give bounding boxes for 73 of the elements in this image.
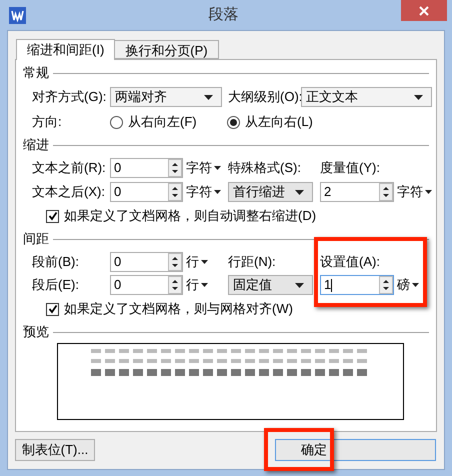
spin-arrows-icon[interactable]	[168, 159, 182, 177]
checkbox[interactable]	[46, 210, 59, 222]
checkbox-label: 如果定义了文档网格，则与网格对齐(W)	[64, 300, 293, 318]
spin-arrows-icon[interactable]	[168, 252, 182, 270]
section-heading: 间距	[23, 230, 49, 248]
spin-value: 0	[113, 183, 122, 202]
field-label: 方向:	[32, 113, 63, 132]
tab[interactable]: 换行和分页(P)	[114, 40, 219, 59]
field-label: 行距(N):	[228, 252, 277, 271]
dropdown[interactable]: 首行缩进	[228, 182, 313, 202]
spin-arrows-icon[interactable]	[379, 183, 393, 201]
dropdown-value: 两端对齐	[115, 88, 167, 106]
dropdown-arrow-icon	[425, 190, 432, 194]
tab[interactable]: 缩进和间距(I)	[16, 39, 116, 60]
field-label: 对齐方式(G):	[32, 88, 108, 106]
field-label: 特殊格式(S):	[228, 159, 302, 178]
spin-box[interactable]: 0	[110, 158, 183, 178]
spin-value: 0	[113, 252, 122, 271]
dropdown-arrow-icon	[201, 283, 208, 287]
dropdown-value: 首行缩进	[233, 183, 285, 202]
dropdown-arrow-icon	[204, 94, 213, 100]
field-label: 度量值(Y):	[320, 159, 381, 178]
dropdown[interactable]: 两端对齐	[110, 87, 222, 107]
section-heading: 常规	[23, 64, 49, 82]
field-label: 段前(B):	[32, 252, 80, 271]
field-label: 设置值(A):	[320, 252, 381, 271]
close-icon	[419, 6, 429, 16]
section-heading: 预览	[23, 323, 49, 342]
dropdown-arrow-icon	[412, 283, 419, 287]
unit-dropdown[interactable]: 行	[183, 252, 228, 272]
dropdown-arrow-icon	[214, 166, 221, 170]
spin-arrows-icon[interactable]	[379, 276, 393, 294]
spin-box[interactable]: 1	[320, 275, 394, 295]
spin-arrows-icon[interactable]	[168, 276, 182, 294]
field-label: 段后(E):	[32, 276, 80, 294]
dropdown[interactable]: 正文文本	[301, 87, 432, 107]
dropdown-arrow-icon	[214, 190, 221, 194]
app-logo-icon	[9, 6, 26, 24]
spin-value: 0	[113, 159, 122, 178]
field-label: 文本之后(X):	[32, 183, 106, 202]
spin-value: 0	[113, 276, 122, 294]
field-label: 大纲级别(O):	[227, 88, 301, 106]
ok-button[interactable]: 确定	[275, 438, 436, 461]
spin-value: 2	[323, 183, 332, 202]
radio-label: 从左向右(L)	[245, 113, 313, 132]
spin-box[interactable]: 0	[110, 182, 183, 202]
section-heading: 缩进	[23, 136, 49, 154]
spin-arrows-icon[interactable]	[168, 183, 182, 201]
dropdown-arrow-icon	[295, 282, 304, 288]
close-button[interactable]	[401, 0, 447, 21]
dropdown-arrow-icon	[414, 94, 423, 100]
unit-dropdown[interactable]: 磅	[394, 275, 424, 295]
dropdown-value: 固定值	[233, 276, 272, 294]
checkbox[interactable]	[46, 302, 59, 316]
dropdown-arrow-icon	[295, 190, 304, 194]
spin-box[interactable]: 0	[110, 252, 183, 272]
dropdown[interactable]: 固定值	[228, 275, 313, 295]
unit-dropdown[interactable]: 字符	[183, 158, 228, 178]
checkbox-label: 如果定义了文档网格，则自动调整右缩进(D)	[64, 207, 316, 226]
unit-dropdown[interactable]: 字符	[394, 182, 434, 202]
radio-button[interactable]	[110, 116, 123, 128]
field-label: 文本之前(R):	[32, 159, 107, 178]
radio-label: 从右向左(F)	[128, 113, 197, 132]
window-title: 段落	[208, 4, 240, 25]
spin-box[interactable]: 2	[320, 182, 394, 202]
unit-dropdown[interactable]: 行	[183, 275, 228, 295]
tab-stops-button[interactable]: 制表位(T)...	[15, 438, 95, 461]
spin-box[interactable]: 0	[110, 275, 183, 295]
dropdown-value: 正文文本	[306, 88, 358, 106]
dropdown-arrow-icon	[201, 260, 208, 264]
spin-value: 1	[323, 276, 334, 294]
radio-button[interactable]	[227, 116, 240, 128]
unit-dropdown[interactable]: 字符	[183, 182, 228, 202]
